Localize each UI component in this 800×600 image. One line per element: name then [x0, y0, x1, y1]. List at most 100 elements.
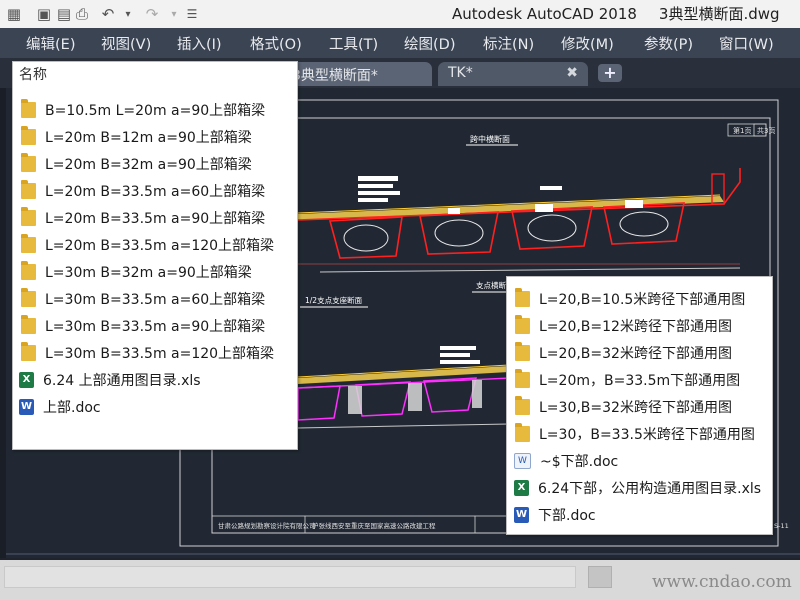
menu-draw[interactable]: 绘图(D): [404, 33, 455, 54]
folder-icon: [21, 287, 36, 307]
tab-label: TK*: [448, 65, 473, 81]
folder-icon: [21, 341, 36, 361]
file-name: 3典型横断面.dwg: [658, 5, 780, 23]
list-item[interactable]: L=30m B=33.5m a=60上部箱梁: [21, 285, 265, 312]
menu-modify[interactable]: 修改(M): [561, 33, 614, 54]
list-item[interactable]: L=20m B=33.5m a=60上部箱梁: [21, 177, 265, 204]
customize-toolbar-icon[interactable]: ☰: [182, 4, 202, 24]
folder-icon: [21, 233, 36, 253]
list-item[interactable]: L=20m B=33.5m a=90上部箱梁: [21, 204, 265, 231]
undo-dropdown-icon[interactable]: ▾: [118, 4, 138, 24]
list-item[interactable]: L=20m，B=33.5m下部通用图: [515, 366, 740, 393]
item-label: 6.24 上部通用图目录.xls: [43, 372, 201, 389]
list-item[interactable]: L=30,B=32米跨径下部通用图: [515, 393, 732, 420]
scroll-thumb[interactable]: [588, 566, 612, 588]
item-label: L=30，B=33.5米跨径下部通用图: [539, 426, 755, 443]
item-label: L=30m B=33.5m a=60上部箱梁: [45, 291, 266, 308]
app-menu-icon[interactable]: ▦: [4, 4, 24, 24]
item-label: L=20m B=32m a=90上部箱梁: [45, 156, 252, 173]
menu-tools[interactable]: 工具(T): [329, 33, 378, 54]
annotation-block: [358, 198, 388, 202]
save-as-icon[interactable]: ▤: [54, 4, 74, 24]
menu-insert[interactable]: 插入(I): [177, 33, 222, 54]
folder-icon: [515, 314, 530, 334]
annotation-block: [540, 186, 562, 190]
folder-icon: [21, 314, 36, 334]
list-item[interactable]: W 上部.doc: [19, 393, 101, 420]
folder-icon: [21, 152, 36, 172]
folder-icon: [515, 341, 530, 361]
close-icon[interactable]: ✖: [566, 65, 578, 81]
tab-3典型横断面[interactable]: 3典型横断面*: [282, 62, 432, 86]
left-file-list: B=10.5m L=20m a=90上部箱梁 L=20m B=12m a=90上…: [13, 62, 297, 449]
menu-dimension[interactable]: 标注(N): [483, 33, 534, 54]
list-item[interactable]: L=30m B=33.5m a=90上部箱梁: [21, 312, 265, 339]
menu-bar: 编辑(E) 视图(V) 插入(I) 格式(O) 工具(T) 绘图(D) 标注(N…: [0, 28, 800, 58]
word-file-icon: W: [514, 506, 529, 523]
tab-tk[interactable]: TK* ✖: [438, 62, 588, 86]
annotation-block: [358, 184, 393, 188]
folder-icon: [21, 260, 36, 280]
redo-icon[interactable]: ↷: [142, 4, 162, 24]
folder-icon: [21, 98, 36, 118]
item-label: L=30m B=33.5m a=120上部箱梁: [45, 345, 275, 362]
watermark: www.cndao.com: [652, 572, 792, 592]
title-block-company: 甘肃公路规划勘察设计院有限公司: [218, 521, 316, 530]
list-item[interactable]: W 下部.doc: [514, 501, 596, 528]
title-bar: ▦ ▣ ▤ ⎙ ↶ ▾ ↷ ▾ ☰ Autodesk AutoCAD 2018 3…: [0, 0, 800, 29]
left-edge: [0, 88, 6, 558]
menu-edit[interactable]: 编辑(E): [26, 33, 75, 54]
excel-file-icon: X: [514, 479, 529, 496]
annotation-block: [358, 191, 400, 195]
window-title: Autodesk AutoCAD 2018 3典型横断面.dwg: [452, 3, 780, 24]
item-label: B=10.5m L=20m a=90上部箱梁: [45, 102, 266, 119]
excel-file-icon: X: [19, 371, 34, 388]
undo-icon[interactable]: ↶: [98, 4, 118, 24]
title-block-drawing-no: S-11: [774, 522, 789, 530]
menu-parametric[interactable]: 参数(P): [644, 33, 693, 54]
folder-icon: [21, 206, 36, 226]
folder-icon: [21, 179, 36, 199]
folder-icon: [515, 422, 530, 442]
list-item[interactable]: L=20m B=33.5m a=120上部箱梁: [21, 231, 274, 258]
folder-icon: [515, 287, 530, 307]
list-item[interactable]: L=30，B=33.5米跨径下部通用图: [515, 420, 755, 447]
left-file-panel: 名称 B=10.5m L=20m a=90上部箱梁 L=20m B=12m a=…: [12, 61, 298, 450]
item-label: L=20,B=10.5米跨径下部通用图: [539, 291, 746, 308]
annotation-block: [358, 176, 398, 181]
item-label: ~$下部.doc: [540, 453, 619, 470]
list-item[interactable]: X 6.24 上部通用图目录.xls: [19, 366, 201, 393]
list-item[interactable]: L=30m B=33.5m a=120上部箱梁: [21, 339, 274, 366]
list-item[interactable]: L=30m B=32m a=90上部箱梁: [21, 258, 252, 285]
list-item[interactable]: L=20,B=10.5米跨径下部通用图: [515, 285, 745, 312]
annotation-block: [440, 360, 480, 364]
list-item[interactable]: B=10.5m L=20m a=90上部箱梁: [21, 96, 265, 123]
folder-icon: [515, 395, 530, 415]
item-label: 下部.doc: [538, 507, 596, 524]
list-item[interactable]: L=20,B=32米跨径下部通用图: [515, 339, 732, 366]
save-icon[interactable]: ▣: [34, 4, 54, 24]
item-label: L=30,B=32米跨径下部通用图: [539, 399, 732, 416]
right-file-panel: L=20,B=10.5米跨径下部通用图 L=20,B=12米跨径下部通用图 L=…: [506, 276, 773, 535]
item-label: L=20,B=12米跨径下部通用图: [539, 318, 732, 335]
menu-window[interactable]: 窗口(W): [719, 33, 774, 54]
command-line-strip[interactable]: [4, 566, 576, 588]
list-item[interactable]: L=20,B=12米跨径下部通用图: [515, 312, 732, 339]
item-label: L=20m B=33.5m a=120上部箱梁: [45, 237, 275, 254]
dimension-line-lower: [297, 423, 511, 429]
menu-view[interactable]: 视图(V): [101, 33, 151, 54]
sheet-total-label: 共3页: [757, 126, 775, 135]
annotation-block: [440, 346, 476, 350]
new-tab-button[interactable]: +: [598, 64, 622, 82]
folder-icon: [21, 125, 36, 145]
menu-format[interactable]: 格式(O): [250, 33, 302, 54]
list-item[interactable]: W ~$下部.doc: [514, 447, 618, 474]
list-item[interactable]: X 6.24下部，公用构造通用图目录.xls: [514, 474, 761, 501]
item-label: L=20m B=12m a=90上部箱梁: [45, 129, 252, 146]
list-item[interactable]: L=20m B=12m a=90上部箱梁: [21, 123, 252, 150]
print-icon[interactable]: ⎙: [72, 4, 92, 24]
word-temp-file-icon: W: [514, 452, 531, 469]
item-label: L=30m B=33.5m a=90上部箱梁: [45, 318, 266, 335]
redo-dropdown-icon[interactable]: ▾: [164, 4, 184, 24]
list-item[interactable]: L=20m B=32m a=90上部箱梁: [21, 150, 252, 177]
